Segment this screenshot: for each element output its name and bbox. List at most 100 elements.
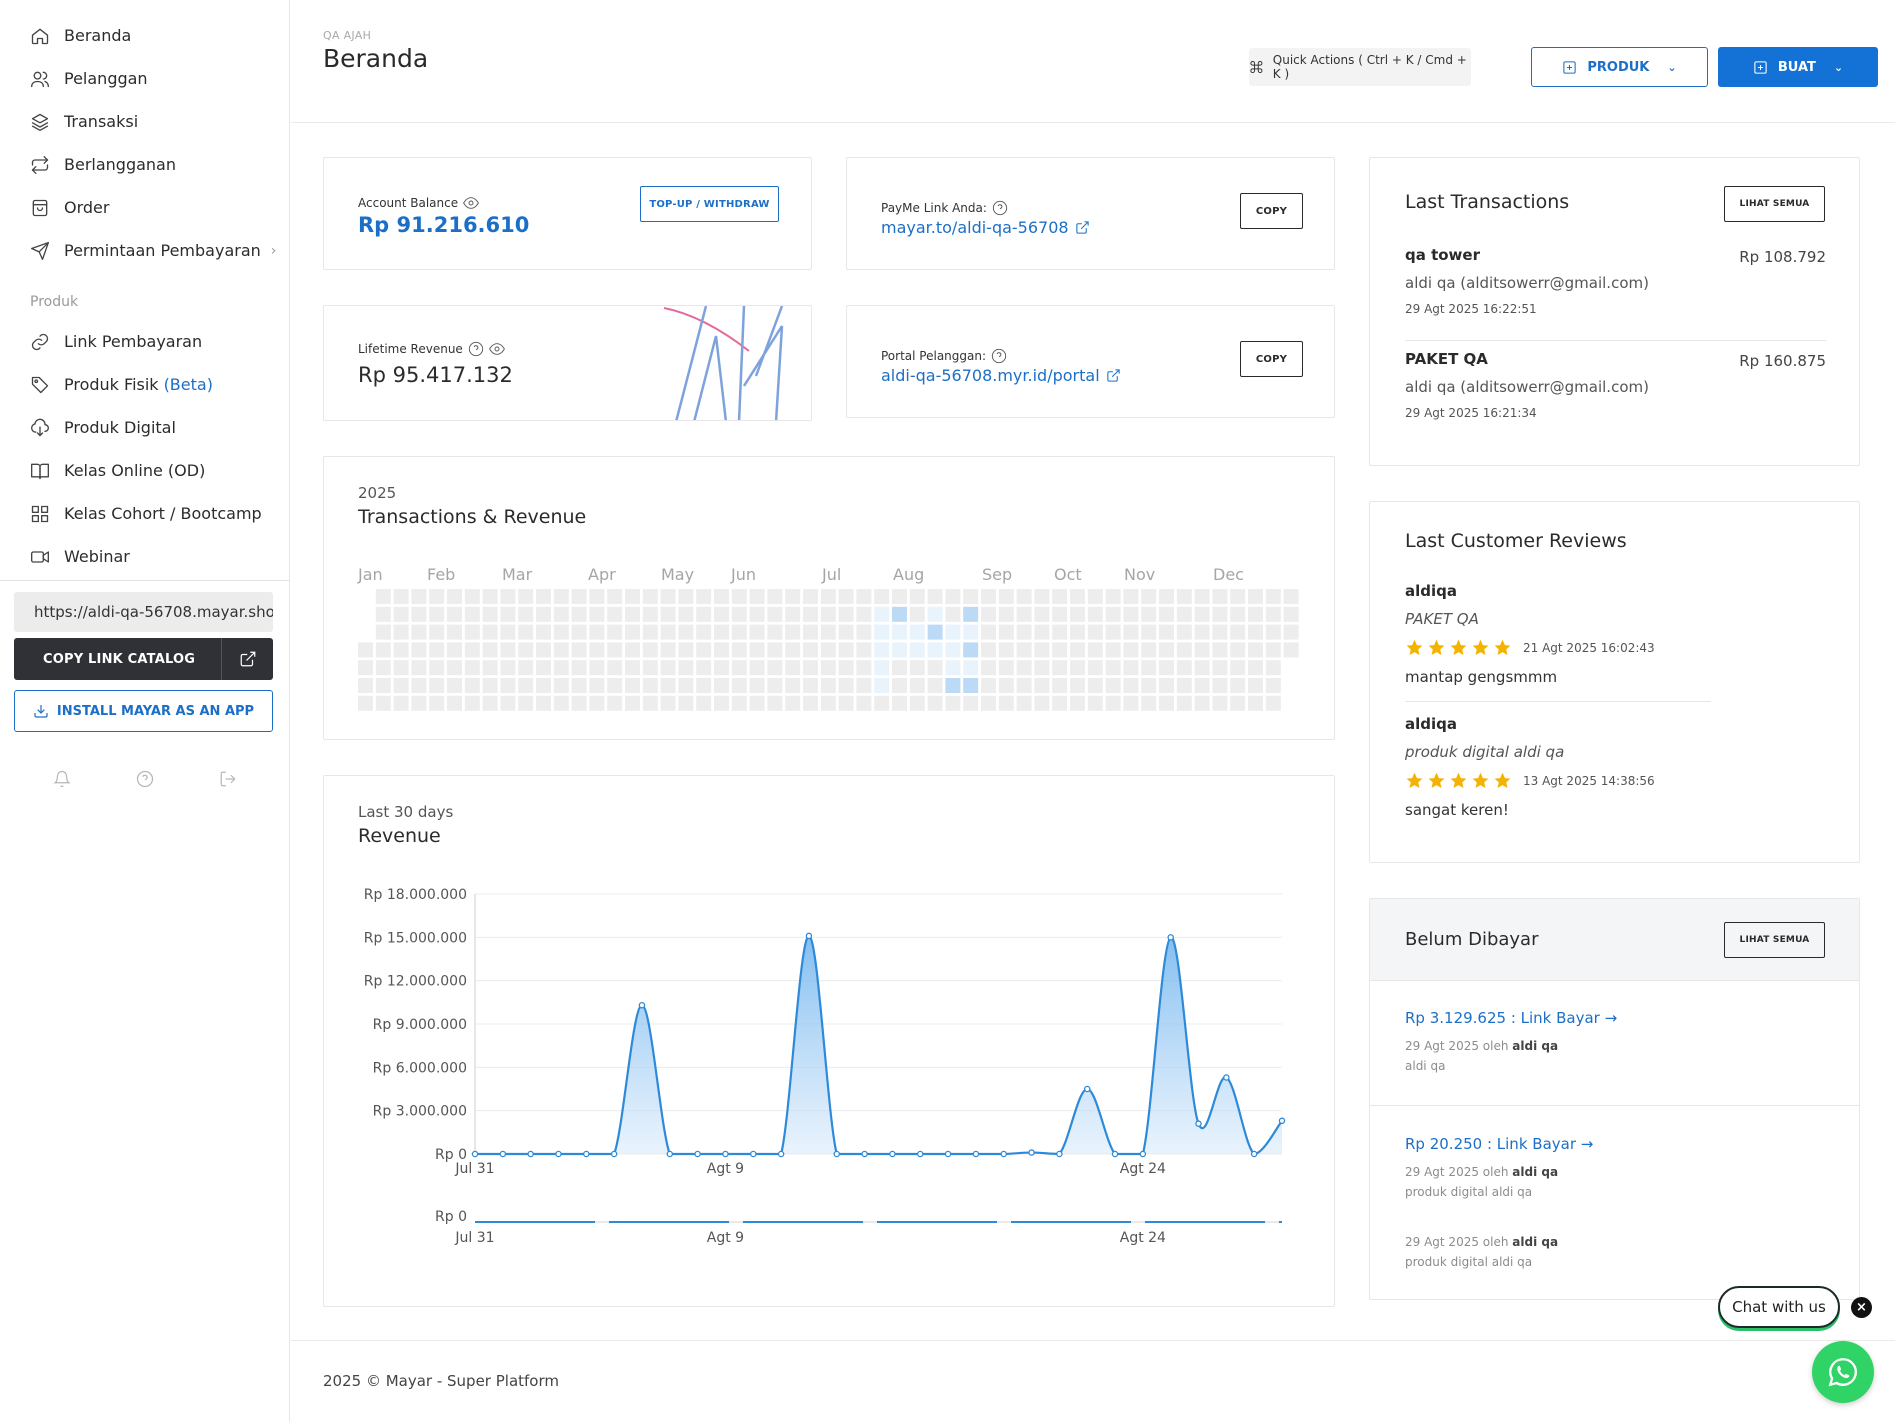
heatmap-cell[interactable] xyxy=(856,642,872,658)
heatmap-cell[interactable] xyxy=(767,642,783,658)
sidebar-item-kelas-cohort[interactable]: Kelas Cohort / Bootcamp xyxy=(0,492,289,535)
heatmap-cell[interactable] xyxy=(464,660,480,676)
heatmap-cell[interactable] xyxy=(998,624,1014,640)
heatmap-cell[interactable] xyxy=(1087,678,1103,693)
heatmap-cell[interactable] xyxy=(927,678,943,693)
heatmap-cell[interactable] xyxy=(1016,624,1032,640)
heatmap-cell[interactable] xyxy=(1087,660,1103,676)
heatmap-cell[interactable] xyxy=(447,606,462,622)
heatmap-cell[interactable] xyxy=(838,678,854,693)
heatmap-cell[interactable] xyxy=(1212,606,1228,622)
heatmap-cell[interactable] xyxy=(892,624,907,640)
heatmap-cell[interactable] xyxy=(482,642,498,658)
heatmap-cell[interactable] xyxy=(1283,606,1299,622)
heatmap-cell[interactable] xyxy=(838,642,854,658)
heatmap-cell[interactable] xyxy=(1052,606,1068,622)
heatmap-cell[interactable] xyxy=(607,678,623,693)
heatmap-cell[interactable] xyxy=(1105,606,1121,622)
heatmap-cell[interactable] xyxy=(785,660,801,676)
sidebar-item-transaksi[interactable]: Transaksi xyxy=(0,100,289,143)
heatmap-cell[interactable] xyxy=(375,606,391,622)
heatmap-cell[interactable] xyxy=(678,660,694,676)
heatmap-cell[interactable] xyxy=(963,660,979,676)
heatmap-cell[interactable] xyxy=(1194,606,1210,622)
heatmap-cell[interactable] xyxy=(856,695,872,711)
sidebar-item-produk-digital[interactable]: Produk Digital xyxy=(0,406,289,449)
heatmap-cell[interactable] xyxy=(464,678,480,693)
heatmap-cell[interactable] xyxy=(1087,589,1103,604)
heatmap-cell[interactable] xyxy=(536,606,551,622)
heatmap-cell[interactable] xyxy=(963,678,979,693)
heatmap-cell[interactable] xyxy=(411,660,427,676)
heatmap-cell[interactable] xyxy=(1123,678,1139,693)
heatmap-cell[interactable] xyxy=(696,642,712,658)
copy-payme-button[interactable]: COPY xyxy=(1240,193,1303,229)
heatmap-cell[interactable] xyxy=(981,678,996,693)
heatmap-cell[interactable] xyxy=(1052,624,1068,640)
heatmap-cell[interactable] xyxy=(1070,606,1085,622)
heatmap-cell[interactable] xyxy=(1052,642,1068,658)
heatmap-cell[interactable] xyxy=(874,642,890,658)
heatmap-cell[interactable] xyxy=(553,660,569,676)
heatmap-cell[interactable] xyxy=(482,695,498,711)
heatmap-cell[interactable] xyxy=(696,606,712,622)
heatmap-cell[interactable] xyxy=(749,695,765,711)
heatmap-cell[interactable] xyxy=(1248,624,1263,640)
heatmap-cell[interactable] xyxy=(892,589,907,604)
produk-dropdown-button[interactable]: PRODUK ⌄ xyxy=(1531,47,1708,87)
heatmap-cell[interactable] xyxy=(1194,678,1210,693)
heatmap-cell[interactable] xyxy=(981,660,996,676)
heatmap-cell[interactable] xyxy=(838,660,854,676)
heatmap-cell[interactable] xyxy=(358,695,373,711)
heatmap-cell[interactable] xyxy=(375,660,391,676)
heatmap-cell[interactable] xyxy=(429,660,445,676)
heatmap-cell[interactable] xyxy=(838,606,854,622)
heatmap-cell[interactable] xyxy=(1052,589,1068,604)
heatmap-cell[interactable] xyxy=(785,695,801,711)
heatmap-cell[interactable] xyxy=(1283,624,1299,640)
heatmap-cell[interactable] xyxy=(553,589,569,604)
heatmap-cell[interactable] xyxy=(429,678,445,693)
heatmap-cell[interactable] xyxy=(375,589,391,604)
heatmap-cell[interactable] xyxy=(660,642,676,658)
heatmap-cell[interactable] xyxy=(696,695,712,711)
heatmap-cell[interactable] xyxy=(874,678,890,693)
heatmap-cell[interactable] xyxy=(981,589,996,604)
heatmap-cell[interactable] xyxy=(731,589,747,604)
heatmap-cell[interactable] xyxy=(1052,695,1068,711)
heatmap-cell[interactable] xyxy=(1248,695,1263,711)
heatmap-cell[interactable] xyxy=(874,589,890,604)
heatmap-cell[interactable] xyxy=(482,606,498,622)
heatmap-cell[interactable] xyxy=(518,589,534,604)
heatmap-cell[interactable] xyxy=(1141,589,1157,604)
heatmap-cell[interactable] xyxy=(945,660,961,676)
heatmap-cell[interactable] xyxy=(1016,606,1032,622)
heatmap-cell[interactable] xyxy=(1176,624,1192,640)
heatmap-cell[interactable] xyxy=(749,589,765,604)
heatmap-cell[interactable] xyxy=(1194,589,1210,604)
heatmap-cell[interactable] xyxy=(892,695,907,711)
heatmap-cell[interactable] xyxy=(1230,678,1246,693)
heatmap-cell[interactable] xyxy=(1034,624,1050,640)
heatmap-cell[interactable] xyxy=(500,606,516,622)
heatmap-cell[interactable] xyxy=(411,678,427,693)
heatmap-cell[interactable] xyxy=(767,606,783,622)
heatmap-cell[interactable] xyxy=(927,642,943,658)
heatmap-cell[interactable] xyxy=(1123,606,1139,622)
heatmap-cell[interactable] xyxy=(963,589,979,604)
sidebar-item-beranda[interactable]: Beranda xyxy=(0,14,289,57)
heatmap-cell[interactable] xyxy=(785,589,801,604)
heatmap-cell[interactable] xyxy=(518,695,534,711)
heatmap-cell[interactable] xyxy=(518,678,534,693)
heatmap-cell[interactable] xyxy=(803,642,818,658)
heatmap-cell[interactable] xyxy=(518,642,534,658)
heatmap-cell[interactable] xyxy=(518,660,534,676)
chat-close-button[interactable]: × xyxy=(1851,1297,1872,1318)
heatmap-cell[interactable] xyxy=(678,642,694,658)
help-icon[interactable] xyxy=(992,200,1008,216)
heatmap-cell[interactable] xyxy=(820,660,836,676)
heatmap-cell[interactable] xyxy=(696,660,712,676)
quick-actions-button[interactable]: Quick Actions ( Ctrl + K / Cmd + K ) xyxy=(1249,48,1471,86)
heatmap-cell[interactable] xyxy=(927,624,943,640)
heatmap-cell[interactable] xyxy=(1123,589,1139,604)
